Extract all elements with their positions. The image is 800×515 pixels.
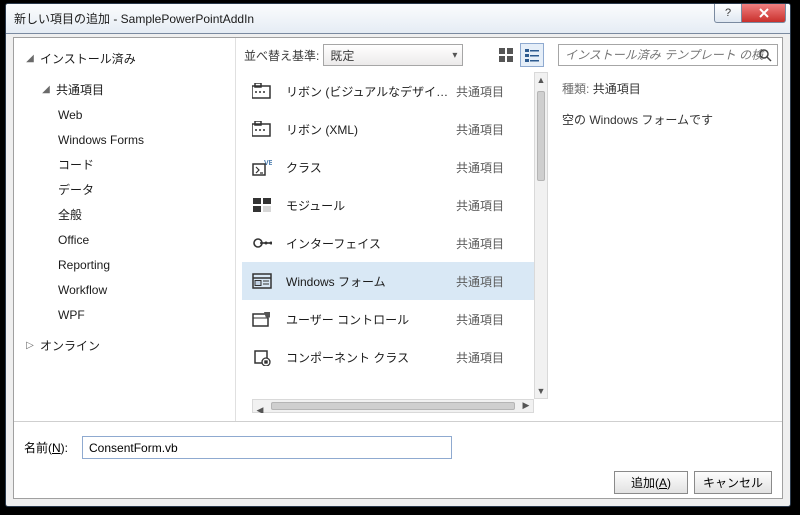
type-value: 共通項目	[593, 82, 641, 96]
template-type-icon	[248, 346, 276, 368]
chevron-right-icon: ▷	[24, 340, 36, 351]
search-button[interactable]	[754, 44, 776, 66]
template-item[interactable]: コンポーネント クラス共通項目	[242, 338, 534, 376]
tree-item-web[interactable]: Web	[14, 102, 235, 127]
template-name: ユーザー コントロール	[286, 311, 456, 328]
template-item[interactable]: モジュール共通項目	[242, 186, 534, 224]
scroll-right-icon[interactable]: ▶	[519, 400, 533, 411]
template-type-icon	[248, 194, 276, 216]
template-list[interactable]: リボン (ビジュアルなデザイ…共通項目リボン (XML)共通項目VBクラス共通項…	[242, 72, 534, 399]
template-category: 共通項目	[456, 121, 534, 138]
template-category: 共通項目	[456, 311, 534, 328]
name-label: 名前(N):	[24, 439, 68, 456]
scroll-thumb[interactable]	[537, 91, 545, 181]
tree-item-winforms[interactable]: Windows Forms	[14, 127, 235, 152]
tree-item-workflow[interactable]: Workflow	[14, 277, 235, 302]
name-input[interactable]	[82, 436, 452, 459]
add-button[interactable]: 追加(A)	[614, 471, 688, 494]
help-button[interactable]: ?	[714, 4, 742, 23]
bottom-bar: 名前(N): 追加(A) キャンセル	[14, 422, 782, 498]
close-button[interactable]	[742, 4, 786, 23]
tree-item-general[interactable]: 全般	[14, 202, 235, 227]
scroll-down-icon[interactable]: ▼	[535, 384, 547, 398]
template-item[interactable]: リボン (ビジュアルなデザイ…共通項目	[242, 72, 534, 110]
template-category: 共通項目	[456, 235, 534, 252]
template-name: コンポーネント クラス	[286, 349, 456, 366]
template-item[interactable]: インターフェイス共通項目	[242, 224, 534, 262]
horizontal-scrollbar[interactable]: ◀ ▶	[252, 399, 534, 413]
titlebar: 新しい項目の追加 - SamplePowerPointAddIn ?	[6, 4, 790, 34]
template-type-icon	[248, 308, 276, 330]
template-name: Windows フォーム	[286, 273, 456, 290]
window-title: 新しい項目の追加 - SamplePowerPointAddIn	[6, 10, 254, 27]
view-medium-icons[interactable]	[494, 43, 518, 67]
search-icon	[758, 48, 772, 62]
tree-label: 共通項目	[56, 81, 104, 98]
template-list-pane: 並べ替え基準: 既定 リボン (ビジュアルなデザイ…共通項目リボン (XML)共…	[236, 38, 552, 421]
template-item[interactable]: VB クラス共通項目	[242, 148, 534, 186]
description-text: 空の Windows フォームです	[562, 111, 772, 128]
sort-label: 並べ替え基準:	[244, 47, 319, 64]
template-name: モジュール	[286, 197, 456, 214]
details-pane: 種類: 共通項目 空の Windows フォームです	[552, 38, 782, 421]
template-category: 共通項目	[456, 273, 534, 290]
tree-item-office[interactable]: Office	[14, 227, 235, 252]
template-type-icon	[248, 232, 276, 254]
chevron-down-icon: ◢	[40, 84, 52, 95]
dialog-window: 新しい項目の追加 - SamplePowerPointAddIn ? ◢ インスト…	[5, 3, 791, 507]
scroll-up-icon[interactable]: ▲	[535, 73, 547, 87]
template-type-icon	[248, 270, 276, 292]
type-label: 種類:	[562, 82, 589, 96]
view-small-icons[interactable]	[520, 43, 544, 67]
tree-installed[interactable]: ◢ インストール済み	[14, 46, 235, 71]
scroll-thumb[interactable]	[271, 402, 515, 410]
template-category: 共通項目	[456, 159, 534, 176]
chevron-down-icon: ◢	[24, 53, 36, 64]
tree-label: インストール済み	[40, 50, 136, 67]
tree-item-reporting[interactable]: Reporting	[14, 252, 235, 277]
tree-common[interactable]: ◢ 共通項目	[14, 77, 235, 102]
template-category: 共通項目	[456, 197, 534, 214]
sort-dropdown[interactable]: 既定	[323, 44, 463, 66]
template-item[interactable]: リボン (XML)共通項目	[242, 110, 534, 148]
list-toolbar: 並べ替え基準: 既定	[236, 38, 552, 72]
template-name: クラス	[286, 159, 456, 176]
template-type-icon: VB	[248, 156, 276, 178]
scroll-left-icon[interactable]: ◀	[253, 405, 267, 413]
category-tree: ◢ インストール済み ◢ 共通項目 Web Windows Forms コード デー…	[14, 38, 236, 421]
search-input[interactable]	[558, 44, 778, 66]
template-name: リボン (ビジュアルなデザイ…	[286, 83, 456, 100]
template-category: 共通項目	[456, 83, 534, 100]
template-type-icon	[248, 80, 276, 102]
grid-icon	[499, 48, 513, 62]
cancel-button[interactable]: キャンセル	[694, 471, 772, 494]
template-item[interactable]: Windows フォーム共通項目	[242, 262, 534, 300]
template-category: 共通項目	[456, 349, 534, 366]
close-icon	[758, 8, 770, 18]
tree-item-data[interactable]: データ	[14, 177, 235, 202]
template-name: インターフェイス	[286, 235, 456, 252]
template-item[interactable]: ユーザー コントロール共通項目	[242, 300, 534, 338]
template-name: リボン (XML)	[286, 121, 456, 138]
tree-label: オンライン	[40, 337, 100, 354]
template-type-icon	[248, 118, 276, 140]
tree-online[interactable]: ▷ オンライン	[14, 333, 235, 358]
list-icon	[525, 48, 539, 62]
tree-item-wpf[interactable]: WPF	[14, 302, 235, 327]
vertical-scrollbar[interactable]: ▲ ▼	[534, 72, 548, 399]
tree-item-code[interactable]: コード	[14, 152, 235, 177]
